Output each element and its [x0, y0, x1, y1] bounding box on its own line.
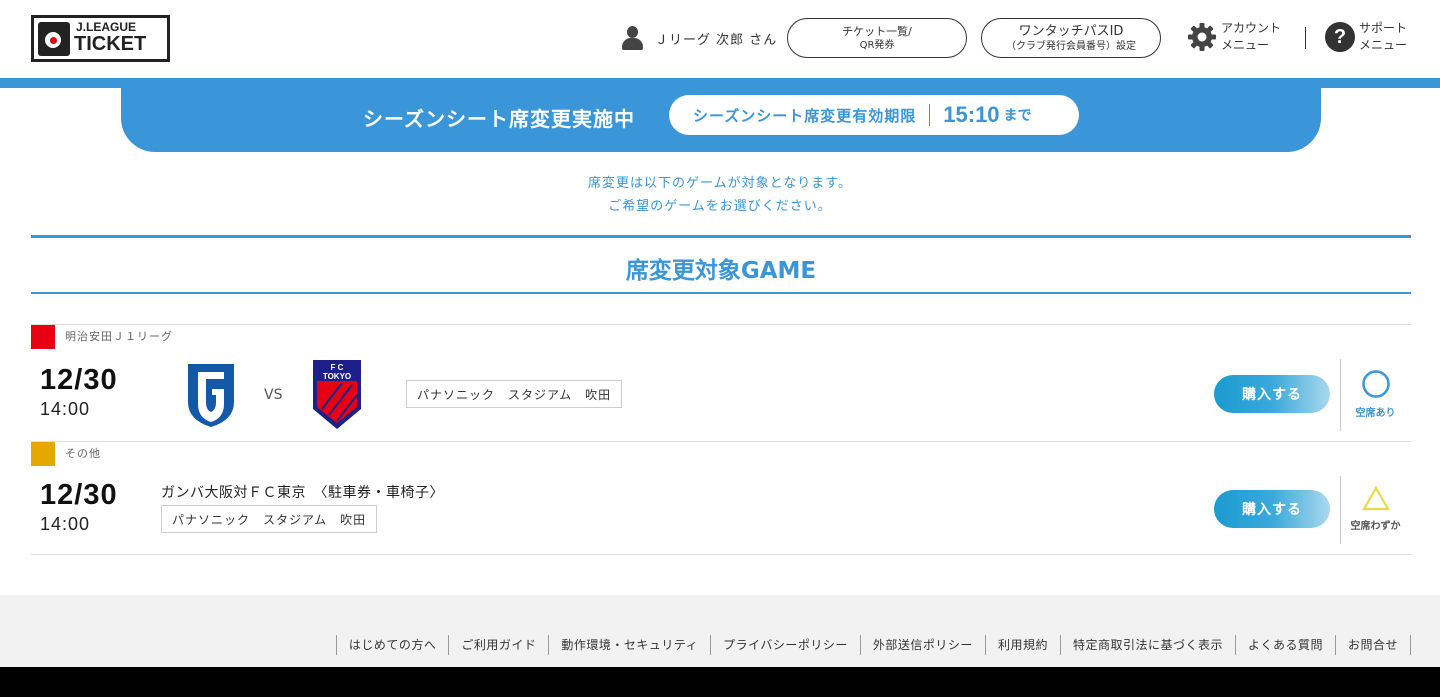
- league-color-marker: [31, 325, 55, 349]
- availability-status: 空席わずか: [1340, 485, 1411, 532]
- user-icon: [622, 26, 643, 50]
- account-menu-text: アカウント メニュー: [1221, 20, 1281, 54]
- venue-label: パナソニック スタジアム 吹田: [161, 505, 378, 533]
- qr-issue-label: QR発券: [859, 39, 895, 51]
- season-seat-banner: シーズンシート席変更実施中 シーズンシート席変更有効期限 15:10 まで: [121, 88, 1321, 152]
- circle-icon: [1361, 370, 1390, 398]
- account-label: アカウント: [1221, 21, 1282, 35]
- jleague-ticket-logo[interactable]: J.LEAGUE TICKET: [31, 15, 170, 62]
- league-tag: その他: [31, 442, 101, 466]
- account-menu-button[interactable]: アカウント メニュー: [1187, 20, 1281, 54]
- logo-text-bottom: TICKET: [74, 33, 147, 55]
- gear-icon: [1188, 23, 1216, 51]
- availability-label: 空席わずか: [1350, 521, 1401, 532]
- game-name: ガンバ大阪対ＦＣ東京 〈駐車券・車椅子〉: [161, 485, 444, 501]
- svg-text:F C: F C: [331, 363, 344, 372]
- support-menu-label: メニュー: [1359, 38, 1408, 52]
- bottom-bar: [0, 667, 1440, 697]
- versus-label: VS: [264, 387, 283, 403]
- buy-button[interactable]: 購入する: [1214, 375, 1330, 413]
- footer-link-external-transmission[interactable]: 外部送信ポリシー: [859, 635, 985, 655]
- svg-text:TOKYO: TOKYO: [323, 372, 351, 381]
- triangle-icon: [1361, 485, 1390, 511]
- league-tag: 明治安田Ｊ１リーグ: [31, 325, 173, 349]
- gamba-osaka-emblem-icon: [188, 364, 234, 427]
- onetouch-pass-label: ワンタッチパスID: [1018, 23, 1124, 39]
- user-info: Ｊリーグ 次郎 さん: [622, 25, 777, 51]
- notice-line-2: ご希望のゲームをお選びください。: [608, 199, 832, 214]
- help-icon: ?: [1325, 22, 1355, 52]
- availability-status: 空席あり: [1340, 369, 1411, 419]
- logo-text-top: J.LEAGUE: [76, 20, 137, 34]
- jleague-ball-icon: [38, 22, 70, 56]
- fc-tokyo-emblem-icon: F C TOKYO: [313, 360, 361, 429]
- league-name: その他: [65, 447, 101, 460]
- footer-links: はじめての方へ ご利用ガイド 動作環境・セキュリティ プライバシーポリシー 外部…: [335, 635, 1411, 655]
- user-name: Ｊリーグ 次郎 さん: [655, 32, 778, 48]
- header-accent-strip: [0, 78, 1440, 88]
- support-menu-text: サポート メニュー: [1359, 20, 1407, 54]
- game-time: 14:00: [40, 514, 91, 534]
- ticket-list-label: チケット一覧/: [842, 24, 912, 38]
- deadline-box: シーズンシート席変更有効期限 15:10 まで: [669, 95, 1079, 135]
- footer-link-faq[interactable]: よくある質問: [1234, 635, 1335, 655]
- league-color-marker: [31, 442, 55, 466]
- row-divider: [31, 441, 1411, 442]
- section-title: 席変更対象GAME: [625, 258, 817, 284]
- footer-link-privacy-policy[interactable]: プライバシーポリシー: [710, 635, 860, 655]
- footer-link-terms[interactable]: 利用規約: [984, 635, 1060, 655]
- game-date: 12/30: [40, 479, 118, 511]
- game-date: 12/30: [40, 364, 118, 396]
- footer-link-contact[interactable]: お問合せ: [1334, 635, 1411, 655]
- site-footer: はじめての方へ ご利用ガイド 動作環境・セキュリティ プライバシーポリシー 外部…: [0, 595, 1440, 667]
- ticket-list-qr-button[interactable]: チケット一覧/ QR発券: [787, 18, 967, 58]
- support-menu-button[interactable]: ? サポート メニュー: [1325, 20, 1407, 54]
- row-divider: [31, 554, 1411, 555]
- header-divider: [1305, 27, 1306, 49]
- site-header: J.LEAGUE TICKET Ｊリーグ 次郎 さん チケット一覧/ QR発券 …: [0, 0, 1440, 78]
- deadline-time: 15:10: [943, 102, 1000, 127]
- row-divider: [31, 324, 1411, 325]
- support-label: サポート: [1359, 21, 1408, 35]
- notice-line-1: 席変更は以下のゲームが対象となります。: [588, 176, 852, 191]
- banner-title: シーズンシート席変更実施中: [363, 107, 635, 131]
- club-member-number-label: （クラブ発行会員番号）設定: [1006, 40, 1136, 52]
- game-time: 14:00: [40, 399, 91, 419]
- footer-link-environment-security[interactable]: 動作環境・セキュリティ: [548, 635, 710, 655]
- footer-link-guide[interactable]: ご利用ガイド: [448, 635, 548, 655]
- footer-link-first-time[interactable]: はじめての方へ: [335, 635, 449, 655]
- footer-link-commercial-law[interactable]: 特定商取引法に基づく表示: [1059, 635, 1235, 655]
- deadline-divider: [929, 104, 931, 126]
- section-header: 席変更対象GAME: [31, 235, 1411, 294]
- league-name: 明治安田Ｊ１リーグ: [65, 330, 173, 343]
- deadline-label: シーズンシート席変更有効期限: [693, 106, 917, 125]
- availability-label: 空席あり: [1355, 408, 1396, 419]
- deadline-suffix: まで: [1003, 108, 1032, 124]
- venue-label: パナソニック スタジアム 吹田: [406, 380, 623, 408]
- onetouch-pass-id-button[interactable]: ワンタッチパスID （クラブ発行会員番号）設定: [981, 18, 1161, 58]
- buy-button[interactable]: 購入する: [1214, 490, 1330, 528]
- account-menu-label: メニュー: [1221, 38, 1270, 52]
